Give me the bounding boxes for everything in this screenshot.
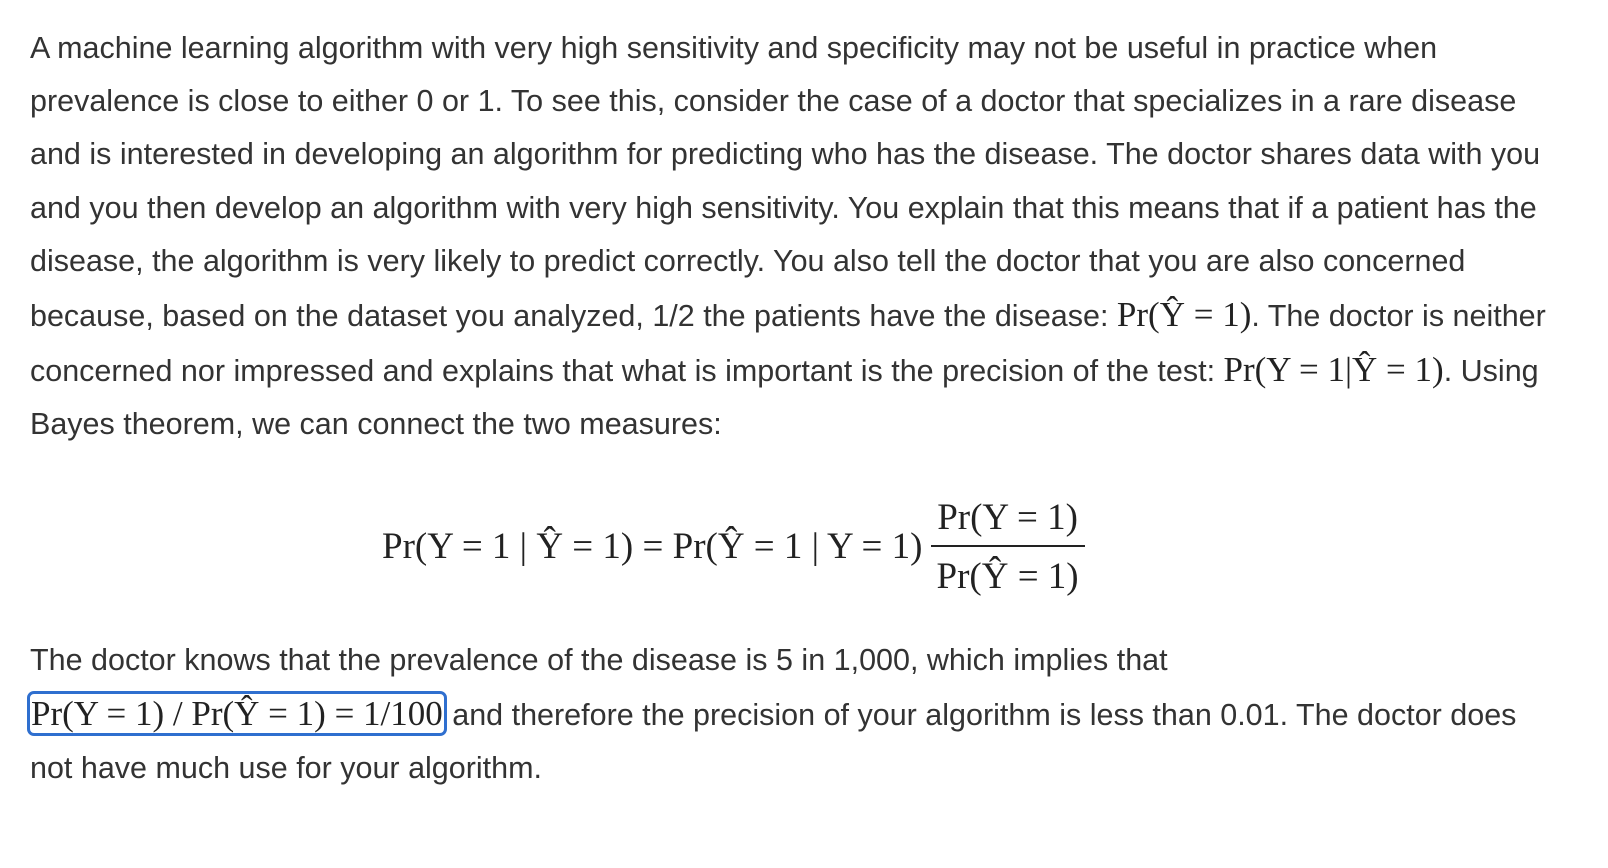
inline-math-ratio-focused[interactable]: Pr(Y = 1) / Pr(Ŷ = 1) = 1/100 bbox=[27, 690, 447, 736]
conclusion-text-part-1: The doctor knows that the prevalence of … bbox=[30, 642, 1168, 677]
inline-math-pr-yhat: Pr(Ŷ = 1) bbox=[1117, 295, 1251, 334]
inline-math-precision: Pr(Y = 1|Ŷ = 1) bbox=[1224, 350, 1444, 389]
equation-numerator: Pr(Y = 1) bbox=[937, 496, 1078, 538]
inline-math-ratio-text: Pr(Y = 1) / Pr(Ŷ = 1) = 1/100 bbox=[31, 693, 443, 733]
equation-fraction: Pr(Y = 1) Pr(Ŷ = 1) bbox=[930, 496, 1085, 598]
intro-text-part-1: A machine learning algorithm with very h… bbox=[30, 31, 1541, 334]
article-body: A machine learning algorithm with very h… bbox=[27, 22, 1550, 796]
paragraph-conclusion: The doctor knows that the prevalence of … bbox=[27, 634, 1550, 796]
inline-math-pr-yhat-text: Pr(Ŷ = 1) bbox=[1116, 295, 1252, 335]
inline-math-precision-text: Pr(Y = 1|Ŷ = 1) bbox=[1223, 350, 1444, 390]
paragraph-intro: A machine learning algorithm with very h… bbox=[30, 22, 1550, 452]
equation-lhs: Pr(Y = 1 | Ŷ = 1) = Pr(Ŷ = 1 | Y = 1) bbox=[382, 526, 923, 568]
bayes-equation-row: Pr(Y = 1 | Ŷ = 1) = Pr(Ŷ = 1 | Y = 1) Pr… bbox=[382, 478, 1085, 616]
bayes-equation: Pr(Y = 1 | Ŷ = 1) = Pr(Ŷ = 1 | Y = 1) Pr… bbox=[30, 478, 1550, 616]
equation-denominator: Pr(Ŷ = 1) bbox=[936, 555, 1079, 597]
